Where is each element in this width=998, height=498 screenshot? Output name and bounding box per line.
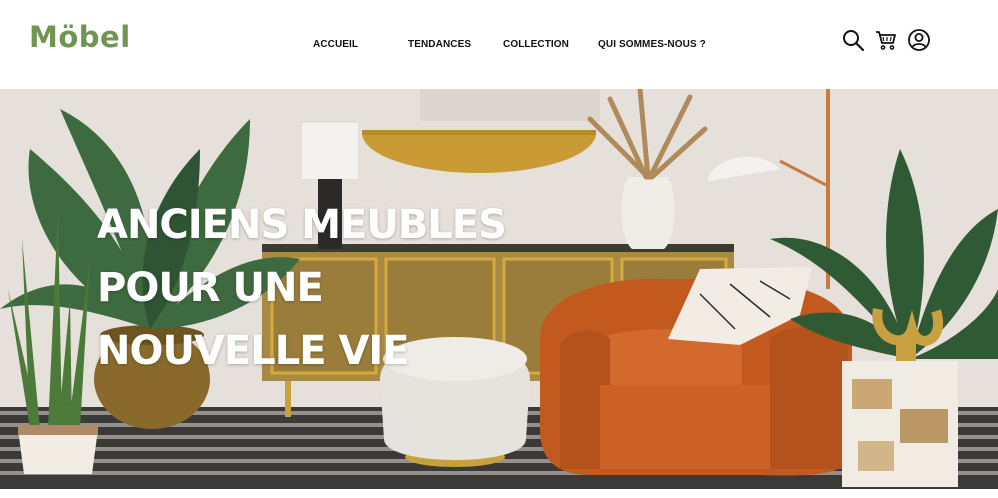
hero-headline-line: POUR UNE <box>97 265 324 311</box>
hero-headline-line: ANCIENS MEUBLES <box>97 202 507 248</box>
search-icon[interactable] <box>841 28 865 52</box>
hero-headline-line: NOUVELLE VIE <box>97 328 410 374</box>
hero-banner: ANCIENS MEUBLES POUR UNE NOUVELLE VIE <box>0 89 998 489</box>
nav-item-accueil[interactable]: ACCUEIL <box>313 39 358 50</box>
user-account-icon[interactable] <box>907 28 931 52</box>
hero-headline: ANCIENS MEUBLES POUR UNE NOUVELLE VIE <box>97 194 507 383</box>
brand-logo[interactable]: Möbel <box>29 20 131 54</box>
page-bottom-strip <box>0 489 998 498</box>
nav-item-collection[interactable]: COLLECTION <box>503 39 569 50</box>
cart-icon[interactable] <box>874 28 898 52</box>
nav-item-qui-sommes-nous[interactable]: QUI SOMMES-NOUS ? <box>598 39 706 50</box>
site-header: Möbel ACCUEIL TENDANCES COLLECTION QUI S… <box>0 0 998 89</box>
nav-item-tendances[interactable]: TENDANCES <box>408 39 471 50</box>
